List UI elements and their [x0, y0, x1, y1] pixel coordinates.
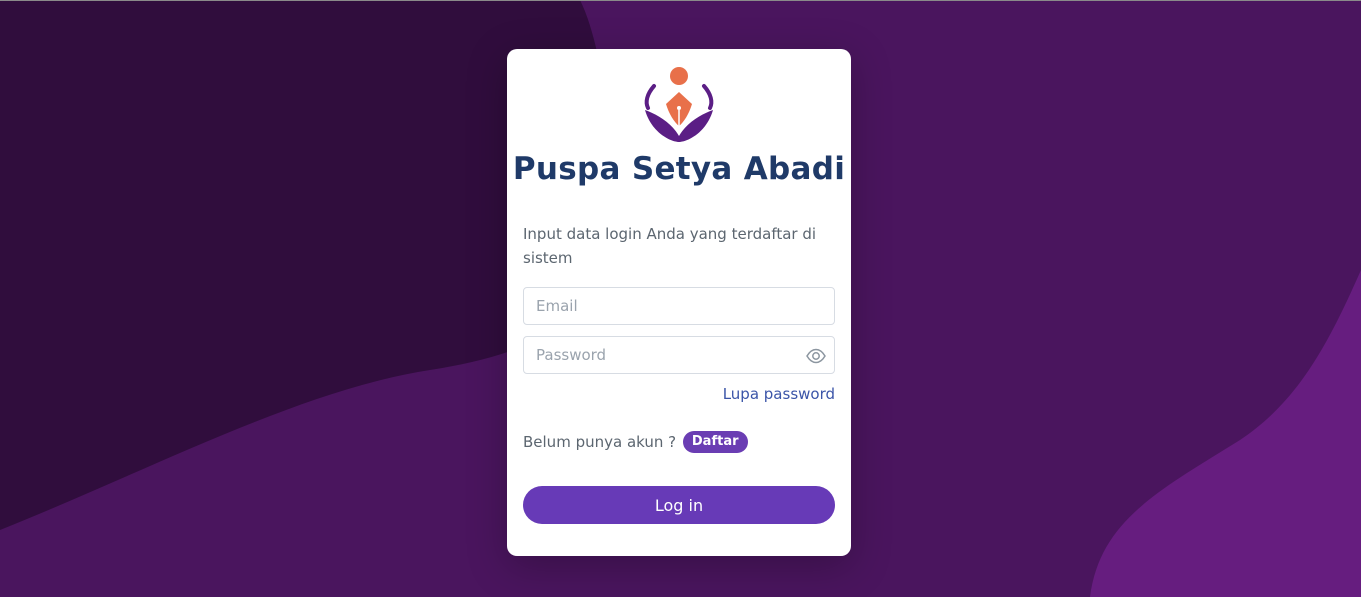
register-button[interactable]: Daftar — [682, 431, 748, 453]
eye-icon[interactable] — [806, 346, 826, 366]
app-title: Puspa Setya Abadi — [512, 151, 846, 187]
login-instructions: Input data login Anda yang terdaftar di … — [523, 225, 817, 267]
password-input[interactable] — [524, 337, 798, 373]
login-button[interactable]: Log in — [523, 486, 835, 524]
forgot-password-link[interactable]: Lupa password — [723, 384, 835, 404]
lotus-pen-logo-icon — [644, 67, 714, 142]
email-input[interactable] — [524, 288, 798, 324]
password-field[interactable] — [523, 336, 835, 374]
email-field[interactable] — [523, 287, 835, 325]
login-card: Puspa Setya Abadi Input data login Anda … — [507, 49, 851, 556]
signup-prompt: Belum punya akun ? Daftar — [523, 431, 748, 453]
no-account-text: Belum punya akun ? — [523, 433, 677, 451]
